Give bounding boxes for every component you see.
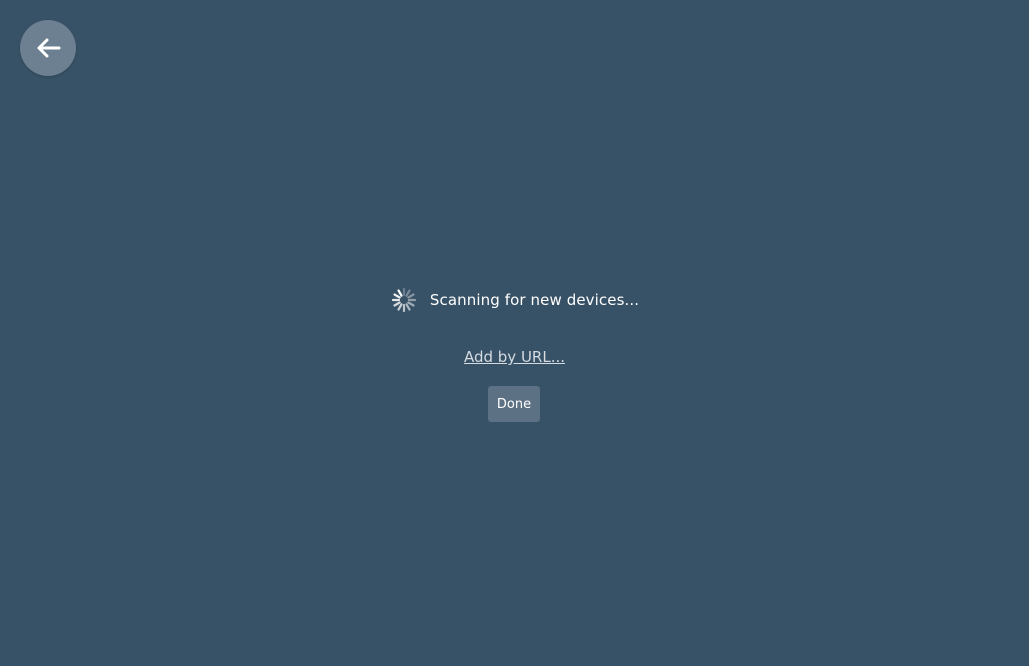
add-by-url-link[interactable]: Add by URL... <box>464 348 565 366</box>
spinner-spoke <box>393 293 401 299</box>
arrow-left-icon <box>33 33 63 63</box>
spinner-spoke <box>397 289 403 297</box>
add-by-url: Add by URL... <box>0 348 1029 366</box>
spinner-spoke <box>405 303 411 311</box>
spinner-spoke <box>405 289 411 297</box>
back-button[interactable] <box>20 20 76 76</box>
spinner-spoke <box>397 303 403 311</box>
spinner-spoke <box>393 301 401 307</box>
done-button[interactable]: Done <box>488 386 540 422</box>
spinner-spoke <box>407 301 415 307</box>
loading-spinner-icon <box>390 286 418 314</box>
scanning-text: Scanning for new devices... <box>429 291 640 309</box>
scanning-status: Scanning for new devices... <box>0 286 1029 314</box>
spinner-spoke <box>407 293 415 299</box>
